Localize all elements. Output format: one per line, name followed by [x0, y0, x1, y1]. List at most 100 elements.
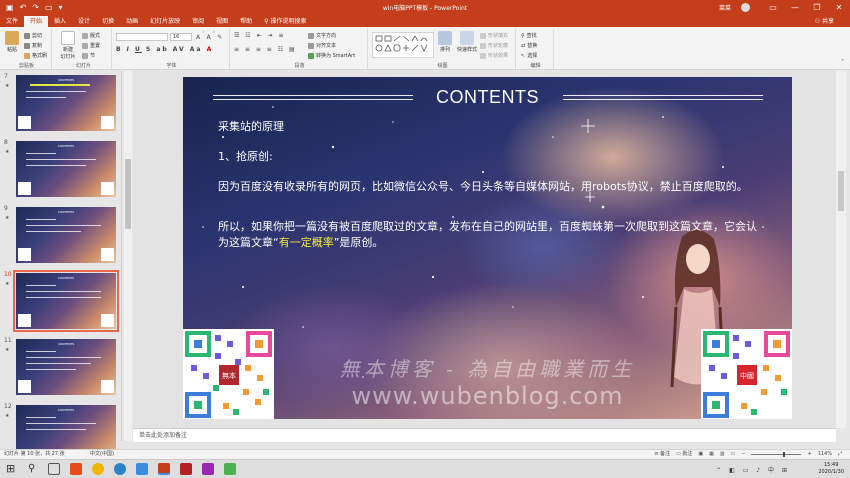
section-icon: [82, 52, 88, 59]
slide-paragraph[interactable]: 因为百度没有收录所有的网页，比如微信公众号、今日头条等自媒体网站，用robots…: [218, 179, 763, 195]
copy-icon: [24, 42, 30, 49]
share-button[interactable]: ⚇ 共享: [809, 16, 840, 27]
comments-toggle[interactable]: ▭ 批注: [676, 450, 692, 459]
cut-button[interactable]: 剪切: [24, 32, 42, 39]
current-slide[interactable]: CONTENTS 采集站的原理 1、抢原创: 因为百度没有收录所有的网页，比如微…: [183, 77, 792, 419]
zoom-level[interactable]: 114%: [818, 450, 832, 459]
slides-panel-scrollbar[interactable]: [124, 71, 132, 441]
slides-group: 新建 幻灯片 版式 重置 节 幻灯片: [56, 29, 112, 69]
zoom-slider[interactable]: [751, 452, 802, 457]
zoom-in-icon[interactable]: +: [807, 450, 811, 459]
slide-thumbnail[interactable]: 9 ★ CONTENTS: [0, 205, 122, 269]
user-name[interactable]: 菜菜: [719, 3, 731, 12]
fit-to-window-icon[interactable]: ⤢: [838, 450, 842, 459]
tab-review[interactable]: 审阅: [186, 16, 210, 27]
browser-icon[interactable]: [114, 463, 126, 475]
replace-button[interactable]: ⇄ 替换: [521, 42, 537, 50]
tab-home[interactable]: 开始: [24, 16, 49, 27]
slide-title[interactable]: CONTENTS: [183, 87, 792, 108]
slide-heading[interactable]: 1、抢原创:: [218, 149, 763, 165]
office-icon[interactable]: [70, 463, 82, 475]
shape-effects-button[interactable]: 形状效果: [480, 52, 508, 59]
shape-outline-button[interactable]: 形状轮廓: [480, 42, 508, 49]
app-icon[interactable]: [180, 463, 192, 475]
quick-styles-button[interactable]: 快速样式: [456, 31, 478, 53]
notes-toggle[interactable]: ≡ 备注: [654, 450, 670, 459]
system-tray[interactable]: ⌃ ◧ ▭ ♪ 中 ⊞: [716, 465, 790, 474]
text-direction-button[interactable]: 文字方向: [308, 32, 336, 39]
arrange-button[interactable]: 排列: [436, 31, 454, 53]
tab-animations[interactable]: 动画: [120, 16, 144, 27]
tab-insert[interactable]: 插入: [48, 16, 72, 27]
avatar[interactable]: [741, 3, 750, 12]
scrollbar-thumb[interactable]: [838, 171, 844, 211]
select-button[interactable]: ↖ 选择: [521, 52, 537, 60]
slide-thumbnail-selected[interactable]: 10 ★ CONTENTS: [0, 270, 122, 335]
app-icon[interactable]: [136, 463, 148, 475]
format-painter-button[interactable]: 格式刷: [24, 52, 47, 59]
collapse-ribbon-icon[interactable]: ˄: [841, 59, 844, 66]
tab-design[interactable]: 设计: [72, 16, 96, 27]
start-presentation-icon[interactable]: ▭: [45, 0, 53, 15]
notes-pane[interactable]: 单击此处添加备注: [133, 428, 836, 442]
shape-fill-button[interactable]: 形状填充: [480, 32, 508, 39]
slide-thumbnail[interactable]: 8 ★ CONTENTS: [0, 139, 122, 203]
watermark-url: www.wubenblog.com: [351, 382, 624, 410]
app-icon[interactable]: [224, 463, 236, 475]
zoom-slider-thumb[interactable]: [783, 452, 786, 457]
windows-start-icon[interactable]: ⊞: [6, 463, 18, 475]
slideshow-view-icon[interactable]: ▭: [731, 450, 736, 459]
align-text-button[interactable]: 对齐文本: [308, 42, 336, 49]
slide-scrollbar[interactable]: [836, 71, 846, 428]
save-icon[interactable]: ▣: [6, 0, 14, 15]
new-slide-button[interactable]: 新建 幻灯片: [58, 31, 78, 60]
clock-time: 15:49: [823, 462, 839, 468]
clock[interactable]: 15:49 2020/1/30: [818, 462, 844, 476]
normal-view-icon[interactable]: ▣: [698, 450, 703, 459]
slide-thumbnail[interactable]: 7 ★ CONTENTS: [0, 73, 122, 137]
redo-icon[interactable]: ↷: [32, 0, 39, 15]
task-view-icon[interactable]: [48, 463, 60, 475]
copy-button[interactable]: 复制: [24, 42, 42, 49]
ime-indicator[interactable]: 中: [768, 467, 777, 474]
tab-slideshow[interactable]: 幻灯片放映: [144, 16, 186, 27]
customize-icon[interactable]: ▾: [59, 0, 63, 15]
scrollbar-thumb[interactable]: [125, 159, 131, 229]
restore-icon[interactable]: ❐: [806, 0, 828, 15]
align-buttons[interactable]: ≡ ≡ ≡ ≡ ☷ ▤: [234, 46, 297, 53]
reset-button[interactable]: 重置: [82, 42, 100, 49]
close-icon[interactable]: ✕: [828, 0, 850, 15]
font-name-dropdown[interactable]: [116, 33, 168, 41]
align-text-icon: [308, 42, 314, 49]
convert-smartart-button[interactable]: 转换为 SmartArt: [308, 52, 355, 59]
font-style-buttons[interactable]: B I U S ab AV Aa A: [116, 46, 213, 53]
chrome-icon[interactable]: [92, 463, 104, 475]
list-buttons[interactable]: ☰ ☷ ⇤ ⇥ ≡: [234, 32, 285, 39]
language-indicator[interactable]: 中文(中国): [90, 450, 114, 459]
tell-me-search[interactable]: ⚲ 操作说明搜索: [258, 16, 312, 27]
brush-icon: [24, 52, 30, 59]
powerpoint-taskbar-icon[interactable]: [158, 463, 170, 475]
search-icon[interactable]: ⚲: [28, 463, 40, 475]
zoom-out-icon[interactable]: −: [741, 450, 745, 459]
tab-view[interactable]: 视图: [210, 16, 234, 27]
slide-number: 10: [4, 271, 12, 278]
paste-button[interactable]: 粘贴: [4, 31, 20, 53]
undo-icon[interactable]: ↶: [20, 0, 27, 15]
section-button[interactable]: 节: [82, 52, 95, 59]
font-size-dropdown[interactable]: 16: [170, 33, 192, 41]
reading-view-icon[interactable]: ▥: [720, 450, 725, 459]
font-size-buttons[interactable]: AˆAˇ✎: [196, 32, 224, 41]
find-button[interactable]: ⚲ 查找: [521, 32, 537, 40]
tab-transitions[interactable]: 切换: [96, 16, 120, 27]
layout-button[interactable]: 版式: [82, 32, 100, 39]
tab-help[interactable]: 帮助: [234, 16, 258, 27]
minimize-icon[interactable]: —: [784, 0, 806, 15]
slide-sorter-icon[interactable]: ▦: [709, 450, 714, 459]
slide-thumbnail[interactable]: 11 ★ CONTENTS: [0, 337, 122, 401]
ribbon-display-icon[interactable]: ▭: [762, 0, 784, 15]
shapes-gallery[interactable]: [372, 32, 434, 58]
slide-subtitle[interactable]: 采集站的原理: [218, 119, 763, 135]
tab-file[interactable]: 文件: [0, 16, 24, 27]
app-icon[interactable]: [202, 463, 214, 475]
